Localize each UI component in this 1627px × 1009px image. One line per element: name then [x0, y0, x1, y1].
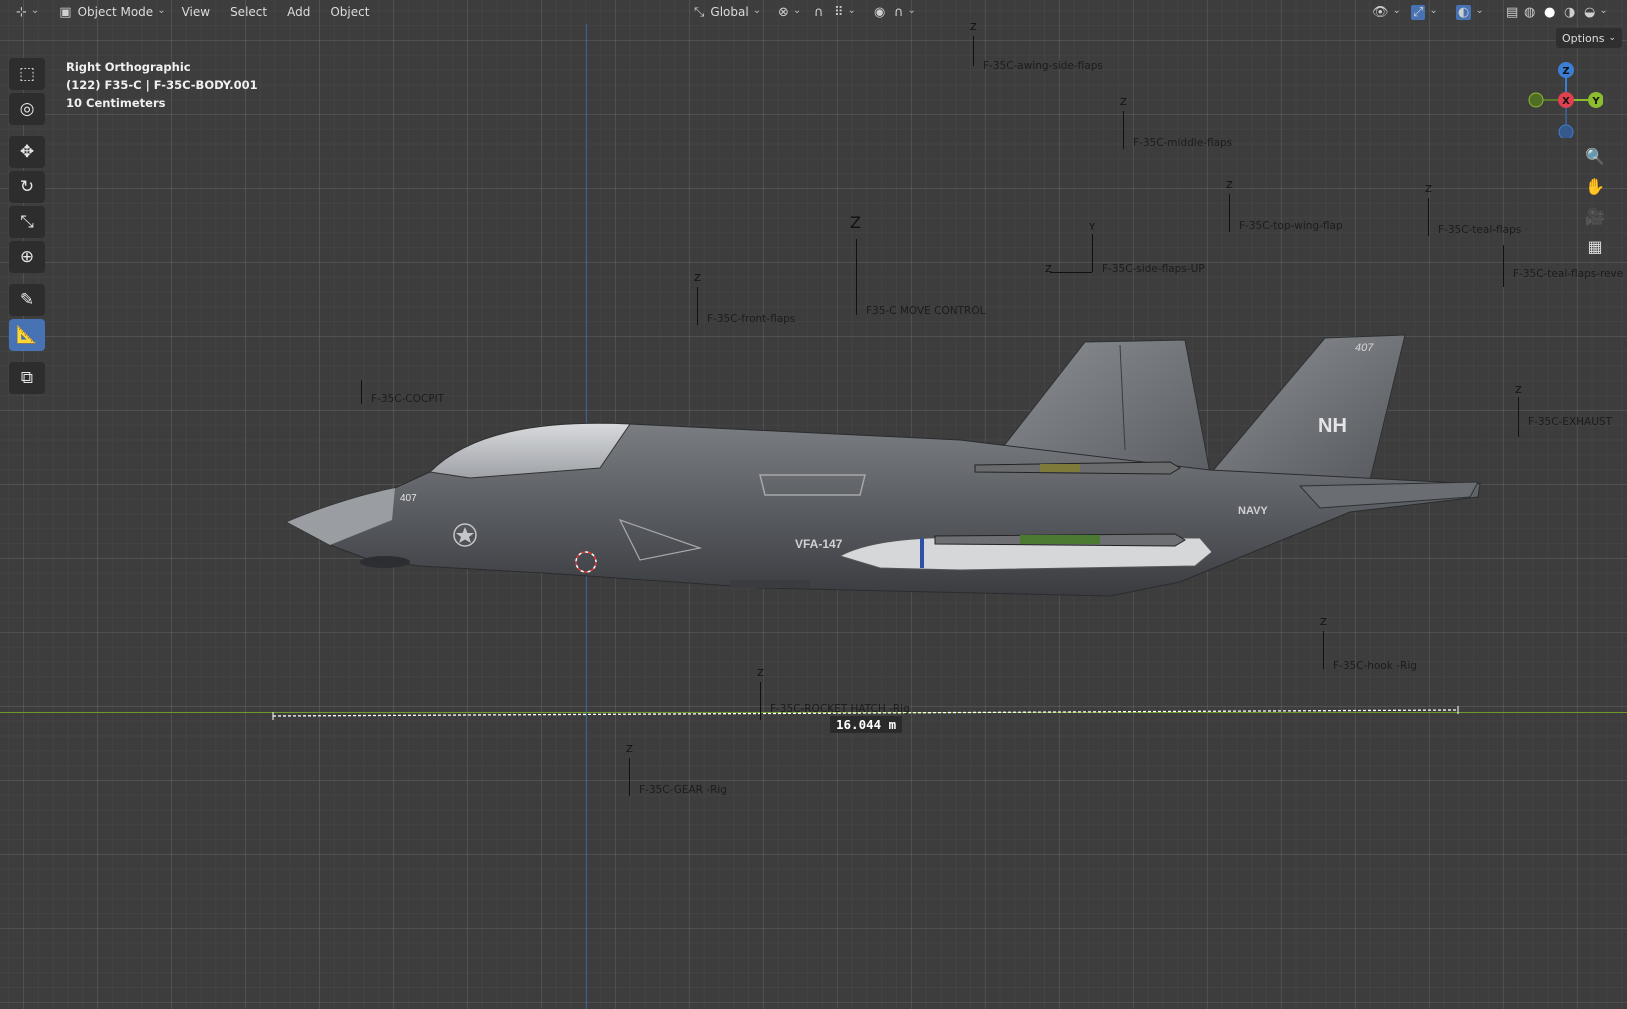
- navigation-gizmo[interactable]: Z Y X: [1525, 58, 1604, 140]
- scale-tool[interactable]: ⤡: [9, 206, 45, 238]
- object-info: (122) F35-C | F-35C-BODY.001: [66, 78, 258, 92]
- pivot-point-button[interactable]: ⊗: [772, 1, 807, 23]
- view-name: Right Orthographic: [66, 60, 191, 74]
- menu-object[interactable]: Object: [320, 1, 379, 23]
- annotate-tool[interactable]: ✎: [9, 284, 45, 316]
- proportional-edit-icon: ◉: [874, 4, 886, 20]
- annotate-pencil-icon: ✎: [19, 290, 35, 310]
- object-mode-icon: ▣: [59, 4, 72, 20]
- select-box-tool[interactable]: ⬚: [9, 58, 45, 90]
- orientation-label: Global: [710, 5, 749, 19]
- options-dropdown[interactable]: Options ⌄: [1556, 28, 1622, 48]
- solid-sphere-icon: ●: [1544, 4, 1556, 20]
- svg-text:Y: Y: [1591, 96, 1600, 107]
- move-icon: ✥: [19, 142, 35, 162]
- menu-view[interactable]: View: [172, 1, 220, 23]
- svg-text:407: 407: [1355, 342, 1374, 354]
- falloff-curve-icon: ∩: [894, 4, 904, 20]
- falloff-button[interactable]: ∩: [888, 1, 922, 23]
- 3d-viewport[interactable]: 407 VFA-147 NAVY 407 NH Z F-35C-awing-si…: [0, 0, 1627, 1009]
- orientation-icon: ⤡: [694, 4, 705, 20]
- gizmo-icon: ⤢: [1411, 4, 1426, 20]
- select-box-icon: ⬚: [18, 64, 36, 84]
- move-tool[interactable]: ✥: [9, 136, 45, 168]
- shading-rendered[interactable]: ◒: [1582, 1, 1610, 23]
- add-cube-tool[interactable]: ⧉: [9, 362, 45, 394]
- xray-toggle[interactable]: ▤: [1500, 1, 1524, 23]
- material-sphere-icon: ◑: [1564, 4, 1576, 20]
- xray-icon: ▤: [1506, 4, 1519, 20]
- editor-type-button[interactable]: ⊹: [10, 1, 45, 23]
- zoom-magnifier-icon: 🔍: [1585, 146, 1605, 166]
- wireframe-sphere-icon: ◍: [1524, 4, 1536, 20]
- pivot-icon: ⊗: [778, 4, 789, 20]
- menu-select[interactable]: Select: [220, 1, 277, 23]
- viewport-info-overlay: Right Orthographic (122) F35-C | F-35C-B…: [66, 58, 258, 112]
- eye-icon: 👁: [1372, 4, 1389, 20]
- gizmo-neg-y: [1528, 92, 1544, 108]
- vertical-tail: [1203, 334, 1406, 481]
- camera-view-button[interactable]: 🎥: [1582, 203, 1608, 229]
- camera-icon: 🎥: [1585, 206, 1605, 226]
- svg-text:NAVY: NAVY: [1238, 505, 1268, 517]
- grid-icon: ▦: [1587, 236, 1603, 256]
- menu-add[interactable]: Add: [277, 1, 320, 23]
- shading-wireframe[interactable]: ◍: [1522, 1, 1537, 23]
- grid-scale: 10 Centimeters: [66, 96, 166, 110]
- svg-text:407: 407: [400, 493, 417, 504]
- cursor-tool[interactable]: ◎: [9, 93, 45, 125]
- shading-solid[interactable]: ●: [1542, 1, 1557, 23]
- navigation-controls: 🔍 ✋ 🎥 ▦: [1582, 143, 1608, 263]
- f35c-aircraft-model[interactable]: 407 VFA-147 NAVY 407 NH: [0, 0, 1627, 1009]
- pan-button[interactable]: ✋: [1582, 173, 1608, 199]
- visibility-selectability-button[interactable]: 👁: [1366, 1, 1407, 23]
- mode-selector[interactable]: ▣ Object Mode: [53, 1, 171, 23]
- svg-text:VFA-147: VFA-147: [795, 537, 843, 551]
- hand-icon: ✋: [1585, 176, 1605, 196]
- snap-toggle[interactable]: ∩: [808, 1, 830, 23]
- tool-shelf: ⬚ ◎ ✥ ↻ ⤡ ⊕ ✎ 📐 ⧉: [8, 58, 46, 397]
- gizmo-toggle[interactable]: ⤢: [1405, 1, 1444, 23]
- measure-tool[interactable]: 📐: [9, 319, 45, 351]
- add-cube-icon: ⧉: [20, 368, 34, 388]
- rotate-tool[interactable]: ↻: [9, 171, 45, 203]
- magnet-icon: ∩: [814, 4, 824, 20]
- snap-target-button[interactable]: ⠿: [828, 1, 862, 23]
- snap-grid-icon: ⠿: [834, 4, 844, 20]
- overlays-toggle[interactable]: ◐: [1450, 1, 1490, 23]
- rotate-icon: ↻: [19, 177, 35, 197]
- rendered-sphere-icon: ◒: [1584, 4, 1596, 20]
- gizmo-neg-z: [1558, 124, 1574, 140]
- viewport-header: ⊹ ▣ Object Mode View Select Add Object ⤡…: [0, 0, 1627, 24]
- transform-icon: ⊕: [19, 247, 35, 267]
- cursor-icon: ◎: [19, 99, 35, 119]
- 3d-viewport-icon: ⊹: [16, 4, 27, 20]
- transform-tool[interactable]: ⊕: [9, 241, 45, 273]
- svg-text:Z: Z: [1562, 66, 1569, 77]
- svg-text:NH: NH: [1318, 415, 1347, 437]
- zoom-button[interactable]: 🔍: [1582, 143, 1608, 169]
- perspective-toggle-button[interactable]: ▦: [1582, 233, 1608, 259]
- mode-label: Object Mode: [77, 5, 154, 19]
- overlays-icon: ◐: [1456, 4, 1472, 20]
- scale-icon: ⤡: [20, 212, 34, 232]
- svg-text:X: X: [1562, 96, 1570, 107]
- ruler-icon: 📐: [16, 325, 38, 345]
- measurement-label: 16.044 m: [830, 716, 903, 733]
- shading-material[interactable]: ◑: [1562, 1, 1577, 23]
- transform-orientation-selector[interactable]: ⤡ Global: [688, 1, 767, 23]
